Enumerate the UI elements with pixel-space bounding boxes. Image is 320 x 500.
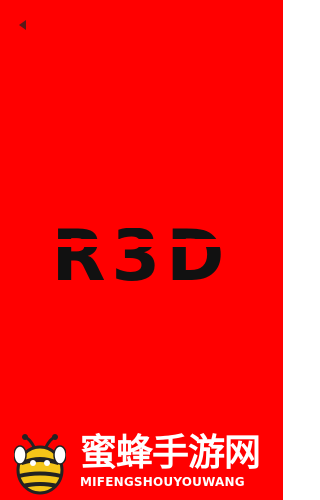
game-screen[interactable]: R3D 蜜蜂手游网 MIFENGSHOUYOUWANG: [0, 0, 283, 500]
watermark-english-text: MIFENGSHOUYOUWANG: [80, 475, 245, 489]
bee-logo-icon: [13, 433, 67, 495]
watermark: 蜜蜂手游网 MIFENGSHOUYOUWANG: [0, 425, 283, 500]
back-button[interactable]: [16, 17, 32, 33]
game-title-text: R3D: [52, 215, 231, 290]
back-triangle-icon: [19, 20, 26, 30]
watermark-chinese-text: 蜜蜂手游网: [80, 431, 261, 474]
game-title: R3D: [0, 210, 283, 290]
